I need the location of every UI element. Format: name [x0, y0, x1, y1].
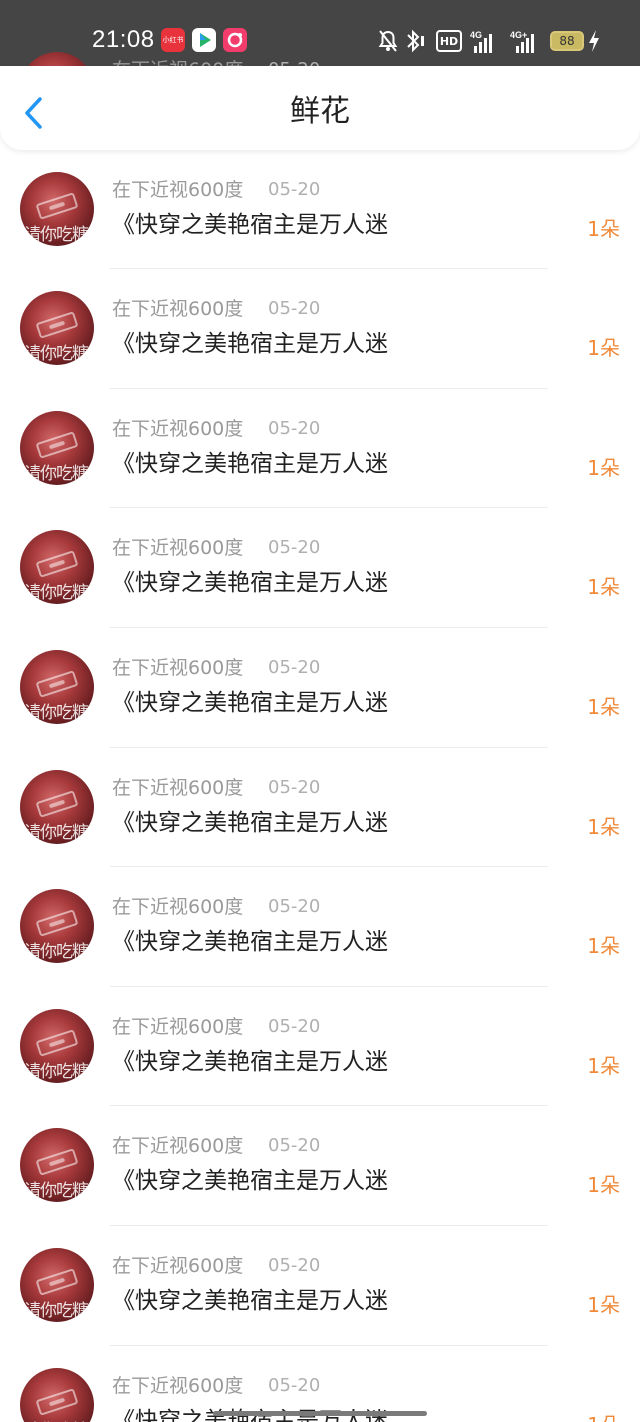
list-item[interactable]: 请你吃糖 在下近视600度 05-20 《快穿之美艳宿主是万人迷 1朵 — [0, 389, 640, 509]
user-name[interactable]: 在下近视600度 — [112, 536, 243, 560]
blade-image — [35, 670, 79, 698]
blade-image — [35, 1387, 79, 1416]
avatar[interactable]: 请你吃糖 — [20, 1008, 94, 1083]
user-name[interactable]: 在下近视600度 — [112, 178, 243, 202]
list-item[interactable]: 请你吃糖 在下近视600度 05-20 《快穿之美艳宿主是万人迷 1朵 — [0, 269, 640, 389]
avatar[interactable]: 请你吃糖 — [20, 769, 94, 844]
avatar-watermark: 请你吃糖 — [24, 1300, 89, 1321]
avatar-watermark: 请你吃糖 — [24, 463, 89, 484]
book-title: 《快穿之美艳宿主是万人迷 — [112, 689, 388, 716]
book-title: 《快穿之美艳宿主是万人迷 — [112, 809, 388, 836]
gift-date: 05-20 — [268, 1374, 321, 1396]
list-item[interactable]: 请你吃糖 在下近视600度 05-20 《快穿之美艳宿主是万人迷 1朵 — [0, 867, 640, 987]
flower-count: 1朵 — [587, 1292, 620, 1317]
gift-date: 05-20 — [268, 1015, 321, 1037]
avatar-watermark: 请你吃糖 — [24, 224, 89, 245]
blade-image — [35, 430, 79, 459]
flower-count: 1朵 — [587, 1412, 620, 1422]
flower-count: 1朵 — [587, 336, 620, 361]
book-title: 《快穿之美艳宿主是万人迷 — [112, 1048, 388, 1075]
avatar[interactable]: 请你吃糖 — [20, 171, 94, 246]
book-title: 《快穿之美艳宿主是万人迷 — [112, 929, 388, 956]
user-name[interactable]: 在下近视600度 — [112, 297, 243, 321]
blade-image — [35, 789, 79, 818]
flower-count: 1朵 — [587, 455, 620, 480]
user-name[interactable]: 在下近视600度 — [112, 1374, 243, 1398]
list-item[interactable]: 请你吃糖 在下近视600度 05-20 《快穿之美艳宿主是万人迷 1朵 — [0, 748, 640, 868]
user-name[interactable]: 在下近视600度 — [112, 895, 243, 919]
book-title: 《快穿之美艳宿主是万人迷 — [112, 570, 388, 597]
home-indicator[interactable] — [213, 1411, 427, 1416]
user-name[interactable]: 在下近视600度 — [112, 1015, 243, 1039]
book-title: 《快穿之美艳宿主是万人迷 — [112, 211, 388, 238]
avatar[interactable]: 请你吃糖 — [20, 1128, 94, 1203]
avatar[interactable]: 请你吃糖 — [20, 291, 94, 366]
flower-count: 1朵 — [587, 934, 620, 959]
list-item[interactable]: 请你吃糖 在下近视600度 05-20 《快穿之美艳宿主是万人迷 1朵 — [0, 508, 640, 628]
blade-image — [35, 909, 79, 937]
book-title: 《快穿之美艳宿主是万人迷 — [112, 1168, 388, 1195]
avatar-watermark: 请你吃糖 — [24, 1416, 89, 1422]
flower-count: 1朵 — [587, 1173, 620, 1198]
avatar-watermark: 请你吃糖 — [24, 1181, 89, 1202]
flower-count: 1朵 — [587, 575, 620, 600]
nav-header: 鲜花 — [0, 66, 640, 150]
flower-count: 1朵 — [587, 1053, 620, 1078]
list-item[interactable]: 请你吃糖 在下近视600度 05-20 《快穿之美艳宿主是万人迷 1朵 — [0, 628, 640, 748]
avatar[interactable]: 请你吃糖 — [20, 410, 94, 485]
flower-count: 1朵 — [587, 216, 620, 241]
gift-date: 05-20 — [268, 178, 321, 200]
avatar[interactable]: 请你吃糖 — [20, 1247, 94, 1322]
user-name[interactable]: 在下近视600度 — [112, 656, 243, 680]
user-name[interactable]: 在下近视600度 — [112, 1254, 243, 1278]
list-item[interactable]: 请你吃糖 在下近视600度 05-20 《快穿之美艳宿主是万人迷 1朵 — [0, 1226, 640, 1346]
list-item[interactable]: 请你吃糖 在下近视600度 05-20 《快穿之美艳宿主是万人迷 1朵 — [0, 1106, 640, 1226]
list-item[interactable]: 请你吃糖 在下近视600度 05-20 《快穿之美艳宿主是万人迷 1朵 — [0, 150, 640, 270]
avatar[interactable]: 请你吃糖 — [20, 889, 94, 964]
user-name[interactable]: 在下近视600度 — [112, 776, 243, 800]
book-title: 《快穿之美艳宿主是万人迷 — [112, 450, 388, 477]
gift-date: 05-20 — [268, 776, 321, 798]
gift-date: 05-20 — [268, 1254, 321, 1276]
gift-date: 05-20 — [268, 896, 321, 918]
flower-count: 1朵 — [587, 694, 620, 719]
user-name[interactable]: 在下近视600度 — [112, 1134, 243, 1158]
avatar-watermark: 请你吃糖 — [24, 583, 89, 604]
page-title: 鲜花 — [290, 94, 350, 129]
avatar[interactable]: 请你吃糖 — [20, 1367, 94, 1422]
avatar[interactable]: 请你吃糖 — [20, 649, 94, 724]
gift-date: 05-20 — [268, 298, 321, 320]
avatar-watermark: 请你吃糖 — [24, 344, 89, 365]
gift-date: 05-20 — [268, 656, 321, 678]
blade-image — [35, 550, 79, 579]
gift-date: 05-20 — [268, 537, 321, 559]
blade-image — [35, 1028, 79, 1057]
book-title: 《快穿之美艳宿主是万人迷 — [112, 1287, 388, 1314]
avatar-watermark: 请你吃糖 — [24, 1061, 89, 1082]
blade-image — [35, 191, 79, 220]
avatar[interactable]: 请你吃糖 — [20, 530, 94, 605]
avatar-watermark: 请你吃糖 — [24, 942, 89, 963]
blade-image — [35, 1268, 79, 1296]
user-name[interactable]: 在下近视600度 — [112, 417, 243, 441]
flower-list[interactable]: 请你吃糖 在下近视600度 05-20 《快穿之美艳宿主是万人迷 1朵 请你吃糖 在下近视6… — [0, 30, 640, 1422]
list-item[interactable]: 请你吃糖 在下近视600度 05-20 《快穿之美艳宿主是万人迷 1朵 — [0, 987, 640, 1107]
blade-image — [35, 1148, 79, 1177]
avatar-watermark: 请你吃糖 — [24, 822, 89, 843]
gift-date: 05-20 — [268, 1135, 321, 1157]
avatar-watermark: 请你吃糖 — [24, 702, 89, 723]
flower-count: 1朵 — [587, 814, 620, 839]
book-title: 《快穿之美艳宿主是万人迷 — [112, 331, 388, 358]
gift-date: 05-20 — [268, 417, 321, 439]
blade-image — [35, 311, 79, 339]
